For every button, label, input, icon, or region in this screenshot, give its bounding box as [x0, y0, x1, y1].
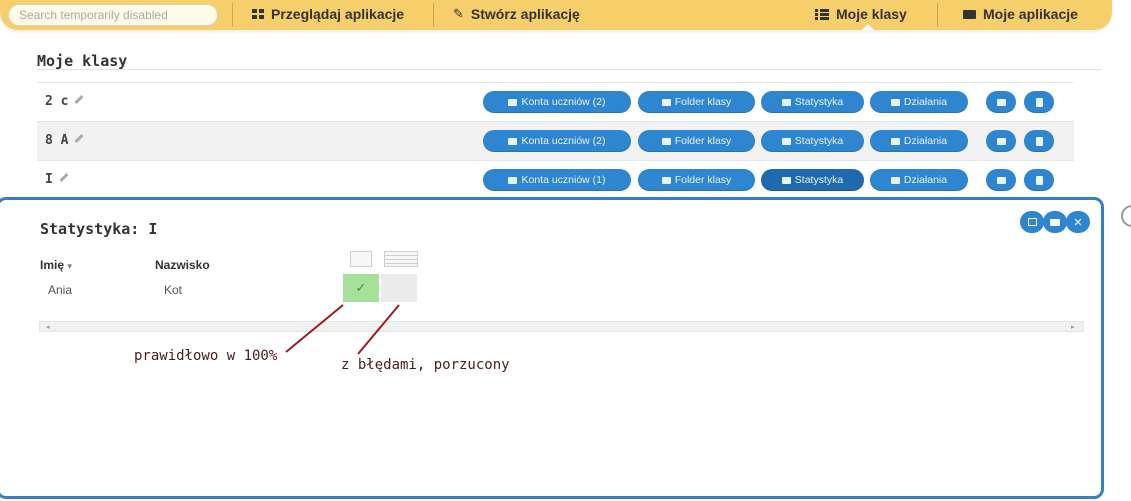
- arrow-correct: [285, 304, 344, 353]
- annotation-arrows: [285, 304, 400, 355]
- annotation-errors: z błędami, porzucony: [341, 357, 510, 373]
- annotation-correct: prawidłowo w 100%: [134, 348, 278, 364]
- arrow-errors: [357, 304, 400, 355]
